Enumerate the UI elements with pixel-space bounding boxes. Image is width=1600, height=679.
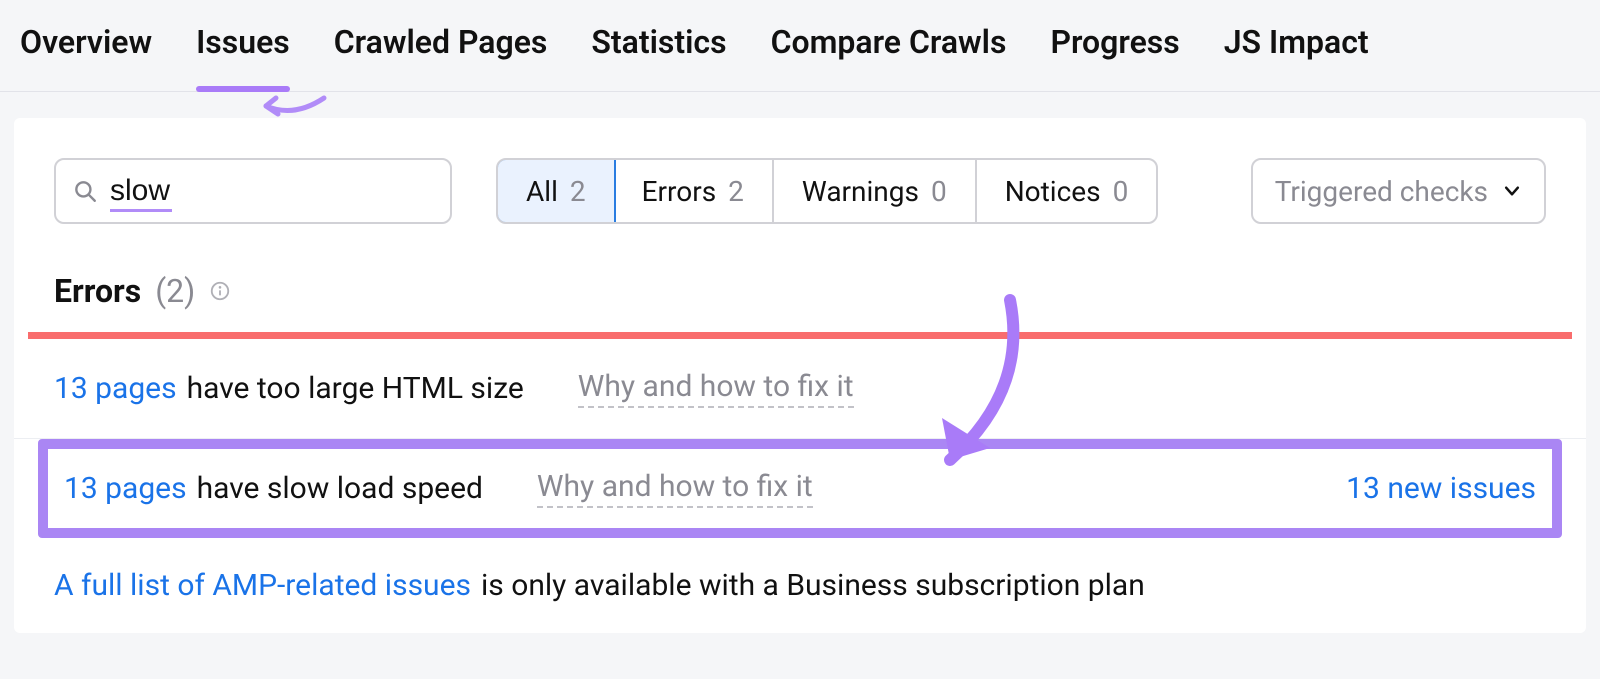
- tab-compare-crawls[interactable]: Compare Crawls: [771, 23, 1007, 91]
- filter-errors-label: Errors: [642, 175, 717, 208]
- tab-statistics[interactable]: Statistics: [591, 23, 726, 91]
- chevron-down-icon: [1502, 181, 1522, 201]
- amp-upsell-text: is only available with a Business subscr…: [481, 568, 1145, 603]
- issue-pages-link[interactable]: 13 pages: [64, 471, 187, 506]
- controls-row: All 2 Errors 2 Warnings 0 Notices 0 Trig…: [14, 158, 1586, 224]
- filter-segment: All 2 Errors 2 Warnings 0 Notices 0: [496, 158, 1158, 224]
- search-input[interactable]: [110, 174, 496, 208]
- filter-notices[interactable]: Notices 0: [977, 160, 1157, 222]
- search-icon: [72, 178, 98, 204]
- search-field[interactable]: [54, 158, 452, 224]
- triggered-checks-dropdown[interactable]: Triggered checks: [1251, 158, 1546, 224]
- filter-warnings-label: Warnings: [802, 175, 919, 208]
- filter-warnings[interactable]: Warnings 0: [774, 160, 977, 222]
- issue-pages-link[interactable]: 13 pages: [54, 371, 177, 406]
- section-count: (2): [155, 272, 195, 310]
- issue-hint-link[interactable]: Why and how to fix it: [537, 469, 813, 508]
- tab-crawled-pages[interactable]: Crawled Pages: [334, 23, 548, 91]
- errors-section-heading: Errors (2): [14, 224, 1586, 332]
- issues-card: All 2 Errors 2 Warnings 0 Notices 0 Trig…: [14, 118, 1586, 633]
- issue-text: have too large HTML size: [187, 371, 524, 406]
- tab-issues[interactable]: Issues: [196, 23, 290, 91]
- filter-all-label: All: [526, 175, 558, 208]
- filter-notices-count: 0: [1113, 175, 1129, 208]
- tab-overview[interactable]: Overview: [20, 23, 152, 91]
- issue-row-highlighted: 13 pages have slow load speed Why and ho…: [38, 439, 1562, 538]
- issue-row: 13 pages have too large HTML size Why an…: [14, 339, 1586, 439]
- filter-warnings-count: 0: [931, 175, 947, 208]
- dropdown-label: Triggered checks: [1275, 175, 1488, 208]
- info-icon[interactable]: [209, 280, 231, 302]
- tab-js-impact[interactable]: JS Impact: [1224, 23, 1369, 91]
- amp-upsell-row: A full list of AMP-related issues is onl…: [14, 538, 1586, 633]
- amp-issues-link[interactable]: A full list of AMP-related issues: [54, 568, 471, 603]
- issue-hint-link[interactable]: Why and how to fix it: [578, 369, 854, 408]
- issue-text: have slow load speed: [197, 471, 483, 506]
- tab-bar: Overview Issues Crawled Pages Statistics…: [0, 0, 1600, 92]
- filter-all-count: 2: [570, 175, 586, 208]
- errors-divider: [28, 332, 1572, 339]
- section-label: Errors: [54, 272, 141, 310]
- filter-all[interactable]: All 2: [496, 158, 616, 224]
- filter-errors[interactable]: Errors 2: [614, 160, 774, 222]
- new-issues-link[interactable]: 13 new issues: [1346, 471, 1536, 506]
- filter-errors-count: 2: [728, 175, 744, 208]
- filter-notices-label: Notices: [1005, 175, 1101, 208]
- tab-progress[interactable]: Progress: [1050, 23, 1179, 91]
